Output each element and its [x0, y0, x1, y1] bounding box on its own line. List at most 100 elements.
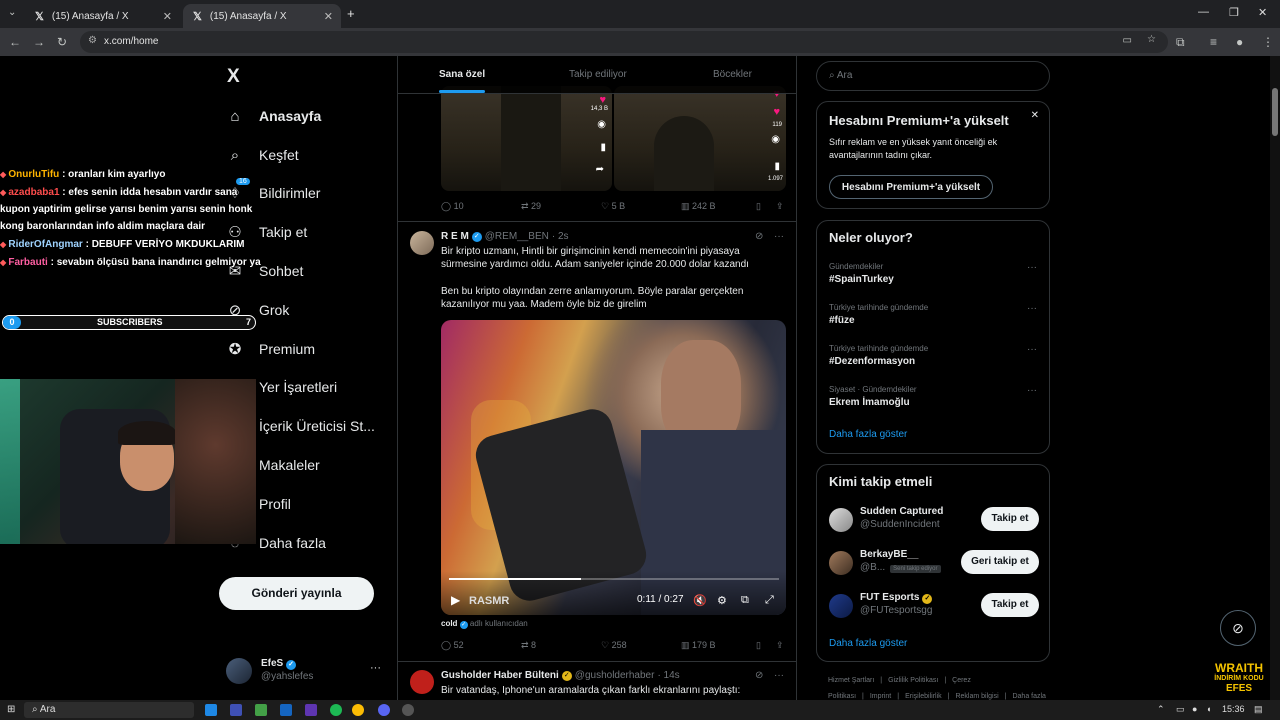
follow-name[interactable]: BerkayBE__	[860, 549, 918, 560]
scroll-thumb[interactable]	[1272, 88, 1278, 136]
restore-icon[interactable]: ❐	[1229, 6, 1239, 19]
trend-name[interactable]: #SpainTurkey	[829, 274, 894, 285]
follow-name[interactable]: Sudden Captured	[860, 506, 943, 517]
new-tab-button[interactable]: +	[347, 6, 355, 21]
trend-more-icon[interactable]: ···	[1027, 303, 1037, 314]
post-time[interactable]: · 2s	[552, 231, 569, 242]
bookmark-star-icon[interactable]: ☆	[1147, 34, 1156, 45]
tray-chevron-icon[interactable]: ⌃	[1157, 704, 1165, 715]
taskbar-app-icon[interactable]	[205, 704, 217, 716]
follow-button[interactable]: Geri takip et	[961, 550, 1039, 574]
play-icon[interactable]: ▶	[451, 593, 460, 607]
share-icon[interactable]: ⇪	[776, 640, 784, 651]
follow-avatar[interactable]	[829, 551, 853, 575]
microphone-icon[interactable]: ●	[1192, 704, 1197, 714]
start-icon[interactable]: ⊞	[7, 704, 15, 715]
close-icon[interactable]: ✕	[1031, 110, 1039, 121]
follow-button[interactable]: Takip et	[981, 507, 1039, 531]
page-scrollbar[interactable]	[1270, 56, 1280, 700]
trend-name[interactable]: #füze	[829, 315, 855, 326]
tab-bocekler[interactable]: Böcekler	[713, 69, 752, 80]
share-icon[interactable]: ⇪	[776, 201, 784, 212]
discord-icon[interactable]	[378, 704, 390, 716]
like-button[interactable]: ♡ 258	[601, 640, 681, 651]
reply-button[interactable]: ◯ 10	[441, 201, 521, 212]
taskbar-app-icon[interactable]	[255, 704, 267, 716]
address-bar[interactable]: ⚙ x.com/home ▭ ☆	[80, 31, 1168, 53]
footer-link[interactable]: Imprint	[870, 693, 891, 700]
tab-following[interactable]: Takip ediliyor	[569, 69, 627, 80]
browser-menu-icon[interactable]: ⋮	[1262, 35, 1274, 49]
follow-name[interactable]: FUT Esports ✓	[860, 592, 933, 604]
repost-button[interactable]: ⇄ 29	[521, 201, 601, 212]
close-tab-icon[interactable]: ✕	[324, 10, 333, 23]
post-media-left[interactable]: ♥ 14,3 B ◉ ▮ ➦	[441, 86, 612, 191]
grok-icon[interactable]: ⊘	[755, 231, 763, 242]
settings-icon[interactable]: ⚙	[717, 594, 727, 607]
post-video[interactable]: ▶ RASMR 0:11 / 0:27 🔇 ⚙ ⧉ ⤢	[441, 320, 786, 615]
trend-name[interactable]: Ekrem İmamoğlu	[829, 397, 910, 408]
spotify-icon[interactable]	[330, 704, 342, 716]
account-more-icon[interactable]: ···	[370, 662, 381, 674]
chrome-icon[interactable]	[352, 704, 364, 716]
footer-link[interactable]: Gizlilik Politikası	[888, 677, 938, 684]
pip-icon[interactable]: ⧉	[741, 594, 749, 607]
repost-button[interactable]: ⇄ 8	[521, 640, 601, 651]
footer-link[interactable]: Hizmet Şartları	[828, 677, 874, 684]
post-more-icon[interactable]: ···	[774, 231, 784, 242]
profile-avatar-icon[interactable]: ●	[1236, 35, 1243, 49]
fullscreen-icon[interactable]: ⤢	[765, 594, 774, 607]
post-time[interactable]: · 14s	[657, 670, 679, 681]
cast-icon[interactable]: ▭	[1123, 35, 1132, 46]
trend-name[interactable]: #Dezenformasyon	[829, 356, 915, 367]
post-author-handle[interactable]: @gusholderhaber	[575, 670, 655, 681]
grok-icon[interactable]: ⊘	[755, 670, 763, 681]
forward-icon[interactable]: →	[33, 35, 45, 49]
trend-more-icon[interactable]: ···	[1027, 262, 1037, 273]
video-progress-track[interactable]	[449, 578, 779, 580]
tab-list-icon[interactable]: ⌄	[8, 7, 16, 18]
site-info-icon[interactable]: ⚙	[88, 35, 97, 46]
minimize-icon[interactable]: —	[1198, 6, 1209, 18]
premium-upgrade-button[interactable]: Hesabını Premium+'a yükselt	[829, 175, 993, 199]
bookmark-icon[interactable]: ▯	[756, 201, 761, 212]
mute-icon[interactable]: 🔇	[693, 594, 707, 607]
taskbar-app-icon[interactable]	[402, 704, 414, 716]
taskbar-app-icon[interactable]	[305, 704, 317, 716]
extensions-icon[interactable]: ⧉	[1176, 35, 1185, 50]
reply-button[interactable]: ◯ 52	[441, 640, 521, 651]
trend-more-icon[interactable]: ···	[1027, 344, 1037, 355]
post-more-icon[interactable]: ···	[774, 670, 784, 681]
close-window-icon[interactable]: ✕	[1258, 6, 1267, 19]
video-source-user[interactable]: cold	[441, 619, 457, 628]
notification-icon[interactable]: ▤	[1254, 704, 1263, 715]
post-author-handle[interactable]: @REM__BEN	[485, 231, 549, 242]
follow-avatar[interactable]	[829, 594, 853, 618]
footer-link[interactable]: Reklam bilgisi	[955, 693, 998, 700]
post-author-name[interactable]: R E M	[441, 231, 469, 242]
browser-tab[interactable]: 𝕏 (15) Anasayfa / X ✕	[25, 4, 180, 28]
views-button[interactable]: ▥ 242 B	[681, 201, 761, 212]
taskbar-search[interactable]: ⌕ Ara	[24, 702, 194, 718]
post-avatar[interactable]	[410, 231, 434, 255]
account-switcher[interactable]: EfeS ✓ @yahslefes ···	[226, 656, 386, 686]
trend-more-icon[interactable]: ···	[1027, 385, 1037, 396]
sidebar-item-home[interactable]: ⌂ Anasayfa	[226, 101, 321, 131]
browser-tab-active[interactable]: 𝕏 (15) Anasayfa / X ✕	[183, 4, 341, 28]
grok-float-button[interactable]: ⊘	[1220, 610, 1256, 646]
post-avatar[interactable]	[410, 670, 434, 694]
taskbar-app-icon[interactable]	[280, 704, 292, 716]
network-icon[interactable]: ▭	[1176, 704, 1185, 715]
post-button[interactable]: Gönderi yayınla	[219, 577, 374, 610]
volume-icon[interactable]: ◖	[1206, 704, 1211, 714]
reload-icon[interactable]: ↻	[57, 35, 67, 49]
taskbar-app-icon[interactable]	[230, 704, 242, 716]
search-input[interactable]: ⌕ Ara	[816, 61, 1050, 91]
follow-avatar[interactable]	[829, 508, 853, 532]
like-button[interactable]: ♡ 5 B	[601, 201, 681, 212]
media-control-icon[interactable]: ≡	[1210, 35, 1217, 49]
post-author-name[interactable]: Gusholder Haber Bülteni	[441, 670, 559, 681]
close-tab-icon[interactable]: ✕	[163, 10, 172, 23]
follow-button[interactable]: Takip et	[981, 593, 1039, 617]
clock[interactable]: 15:36	[1222, 704, 1245, 714]
